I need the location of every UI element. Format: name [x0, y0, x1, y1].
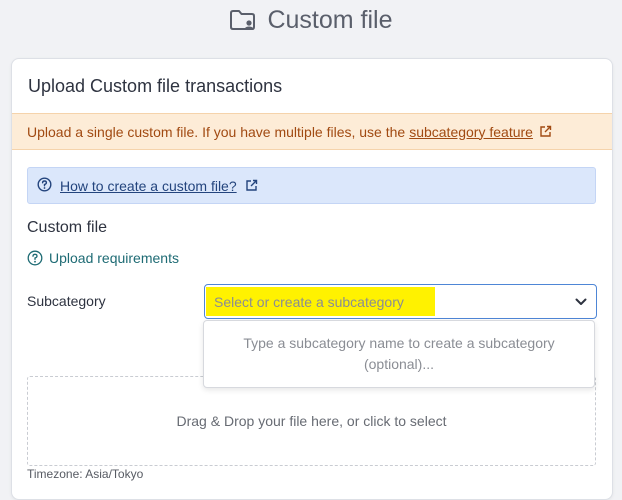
how-to-create-link[interactable]: How to create a custom file? — [60, 178, 237, 194]
subcategory-select[interactable]: Select or create a subcategory — [204, 284, 597, 319]
external-link-icon[interactable] — [539, 125, 552, 138]
upload-card: Upload Custom file transactions Upload a… — [11, 58, 613, 500]
page-title: Custom file — [0, 0, 622, 40]
dropdown-hint: Type a subcategory name to create a subc… — [243, 335, 555, 372]
subcategory-dropdown-menu: Type a subcategory name to create a subc… — [203, 320, 595, 388]
help-circle-icon — [27, 250, 43, 266]
warning-text: Upload a single custom file. If you have… — [27, 123, 406, 140]
file-dropzone[interactable]: Drag & Drop your file here, or click to … — [27, 376, 596, 466]
timezone-label: Timezone: Asia/Tokyo — [27, 467, 144, 481]
subcategory-label: Subcategory — [27, 293, 106, 309]
subcategory-placeholder: Select or create a subcategory — [214, 293, 404, 310]
upload-requirements-link[interactable]: Upload requirements — [27, 250, 179, 266]
warning-banner: Upload a single custom file. If you have… — [12, 113, 612, 150]
info-box: How to create a custom file? — [27, 167, 596, 204]
folder-user-icon — [229, 8, 257, 32]
subcategory-feature-link[interactable]: subcategory feature — [409, 124, 533, 140]
help-circle-icon — [37, 176, 52, 195]
upload-requirements-label[interactable]: Upload requirements — [49, 250, 179, 266]
external-link-icon[interactable] — [245, 179, 258, 192]
page-title-text: Custom file — [267, 5, 393, 34]
custom-file-section-title: Custom file — [27, 219, 108, 236]
card-header: Upload Custom file transactions — [28, 75, 283, 96]
chevron-down-icon[interactable] — [574, 295, 588, 314]
